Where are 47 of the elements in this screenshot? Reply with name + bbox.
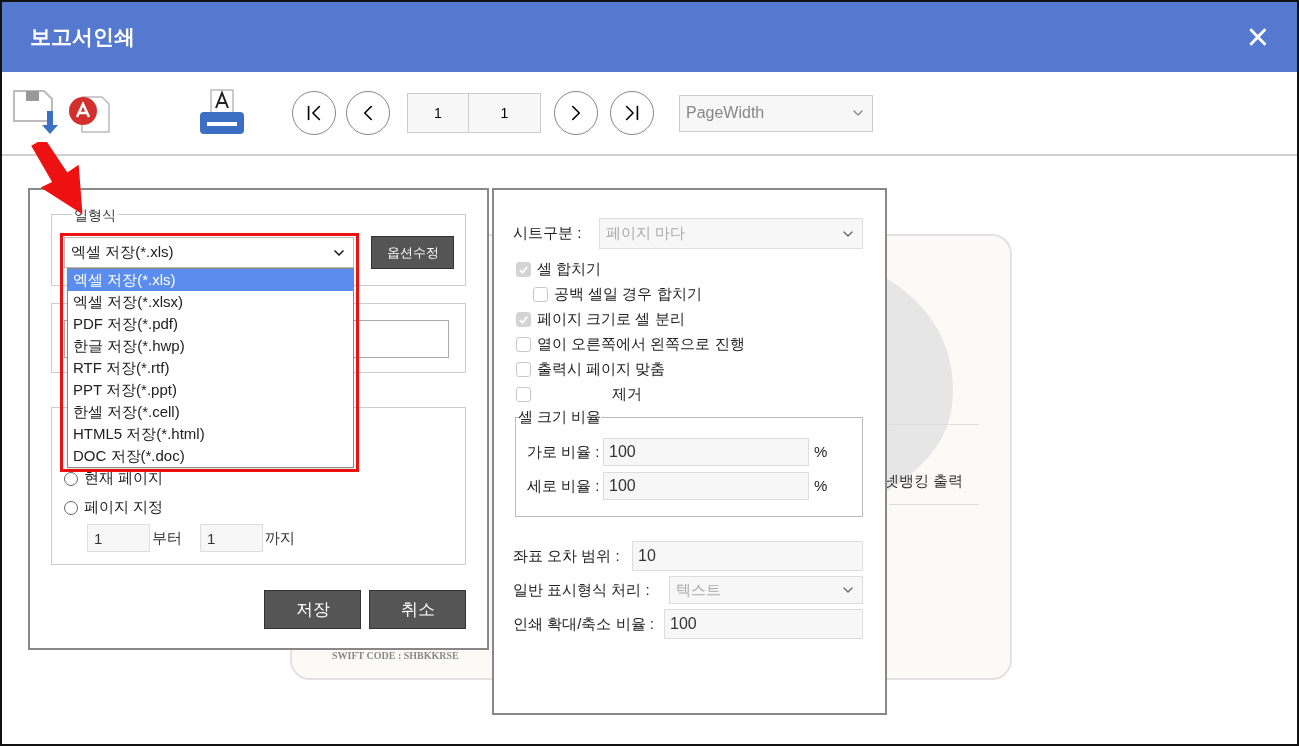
radio-label: 페이지 지정 <box>84 497 164 518</box>
cancel-button[interactable]: 취소 <box>369 590 466 629</box>
field-label: 좌표 오차 범위 : <box>513 545 620 566</box>
edit-options-button[interactable]: 옵션수정 <box>371 236 454 269</box>
unit-label: % <box>814 475 828 496</box>
number-field[interactable]: 100 <box>664 609 863 639</box>
ratio-field[interactable]: 100 <box>603 438 809 466</box>
checkbox[interactable] <box>516 362 531 377</box>
field-label: 시트구분 : <box>513 223 583 244</box>
field-label: 가로 비율 : <box>527 441 601 462</box>
save-button[interactable]: 저장 <box>264 590 361 629</box>
check-icon <box>518 314 529 325</box>
number-field[interactable]: 10 <box>632 541 863 571</box>
format-option[interactable]: RTF 저장(*.rtf) <box>68 357 353 379</box>
format-option[interactable]: PPT 저장(*.ppt) <box>68 379 353 401</box>
ratio-field[interactable]: 100 <box>603 472 809 500</box>
checkbox-label: 공백 셀일 경우 합치기 <box>554 284 702 305</box>
format-select[interactable]: 엑셀 저장(*.xls) <box>64 237 354 268</box>
check-icon <box>518 264 529 275</box>
format-option[interactable]: 한글 저장(*.hwp) <box>68 335 353 357</box>
field-label: 인쇄 확대/축소 비율 : <box>513 613 654 634</box>
current-page-field[interactable]: 1 <box>407 93 469 133</box>
format-option[interactable]: 엑셀 저장(*.xlsx) <box>68 291 353 313</box>
report-text: 넷뱅킹 출력 <box>884 471 964 491</box>
checkbox-label: 페이지 크기로 셀 분리 <box>537 309 685 330</box>
to-page-field[interactable]: 1 <box>200 524 263 552</box>
report-text: SWIFT CODE : SHBKKRSE <box>332 649 459 663</box>
field-label: 세로 비율 : <box>527 475 601 496</box>
checkbox-label: 열이 오른쪽에서 왼쪽으로 진행 <box>537 334 745 355</box>
close-button[interactable]: × <box>1246 18 1269 56</box>
window-title: 보고서인쇄 <box>30 24 135 51</box>
total-pages-field[interactable]: 1 <box>469 93 541 133</box>
radio-label: 현재 페이지 <box>84 468 164 489</box>
checkbox-label: 출력시 페이지 맞춤 <box>537 359 666 380</box>
format-option[interactable]: PDF 저장(*.pdf) <box>68 313 353 335</box>
checkbox[interactable] <box>516 387 531 402</box>
field-label: 까지 <box>265 527 295 548</box>
from-page-field[interactable]: 1 <box>87 524 150 552</box>
format-option[interactable]: 한셀 저장(*.cell) <box>68 401 353 423</box>
checkbox-label: 셀 합치기 <box>537 259 602 280</box>
field-label: 일반 표시형식 처리 : <box>513 579 650 600</box>
format-option[interactable]: HTML5 저장(*.html) <box>68 423 353 445</box>
format-option[interactable]: DOC 저장(*.doc) <box>68 445 353 467</box>
field-label: 부터 <box>152 527 182 548</box>
checkbox-label: 제거 <box>612 384 642 405</box>
checkbox[interactable] <box>516 337 531 352</box>
unit-label: % <box>814 441 828 462</box>
